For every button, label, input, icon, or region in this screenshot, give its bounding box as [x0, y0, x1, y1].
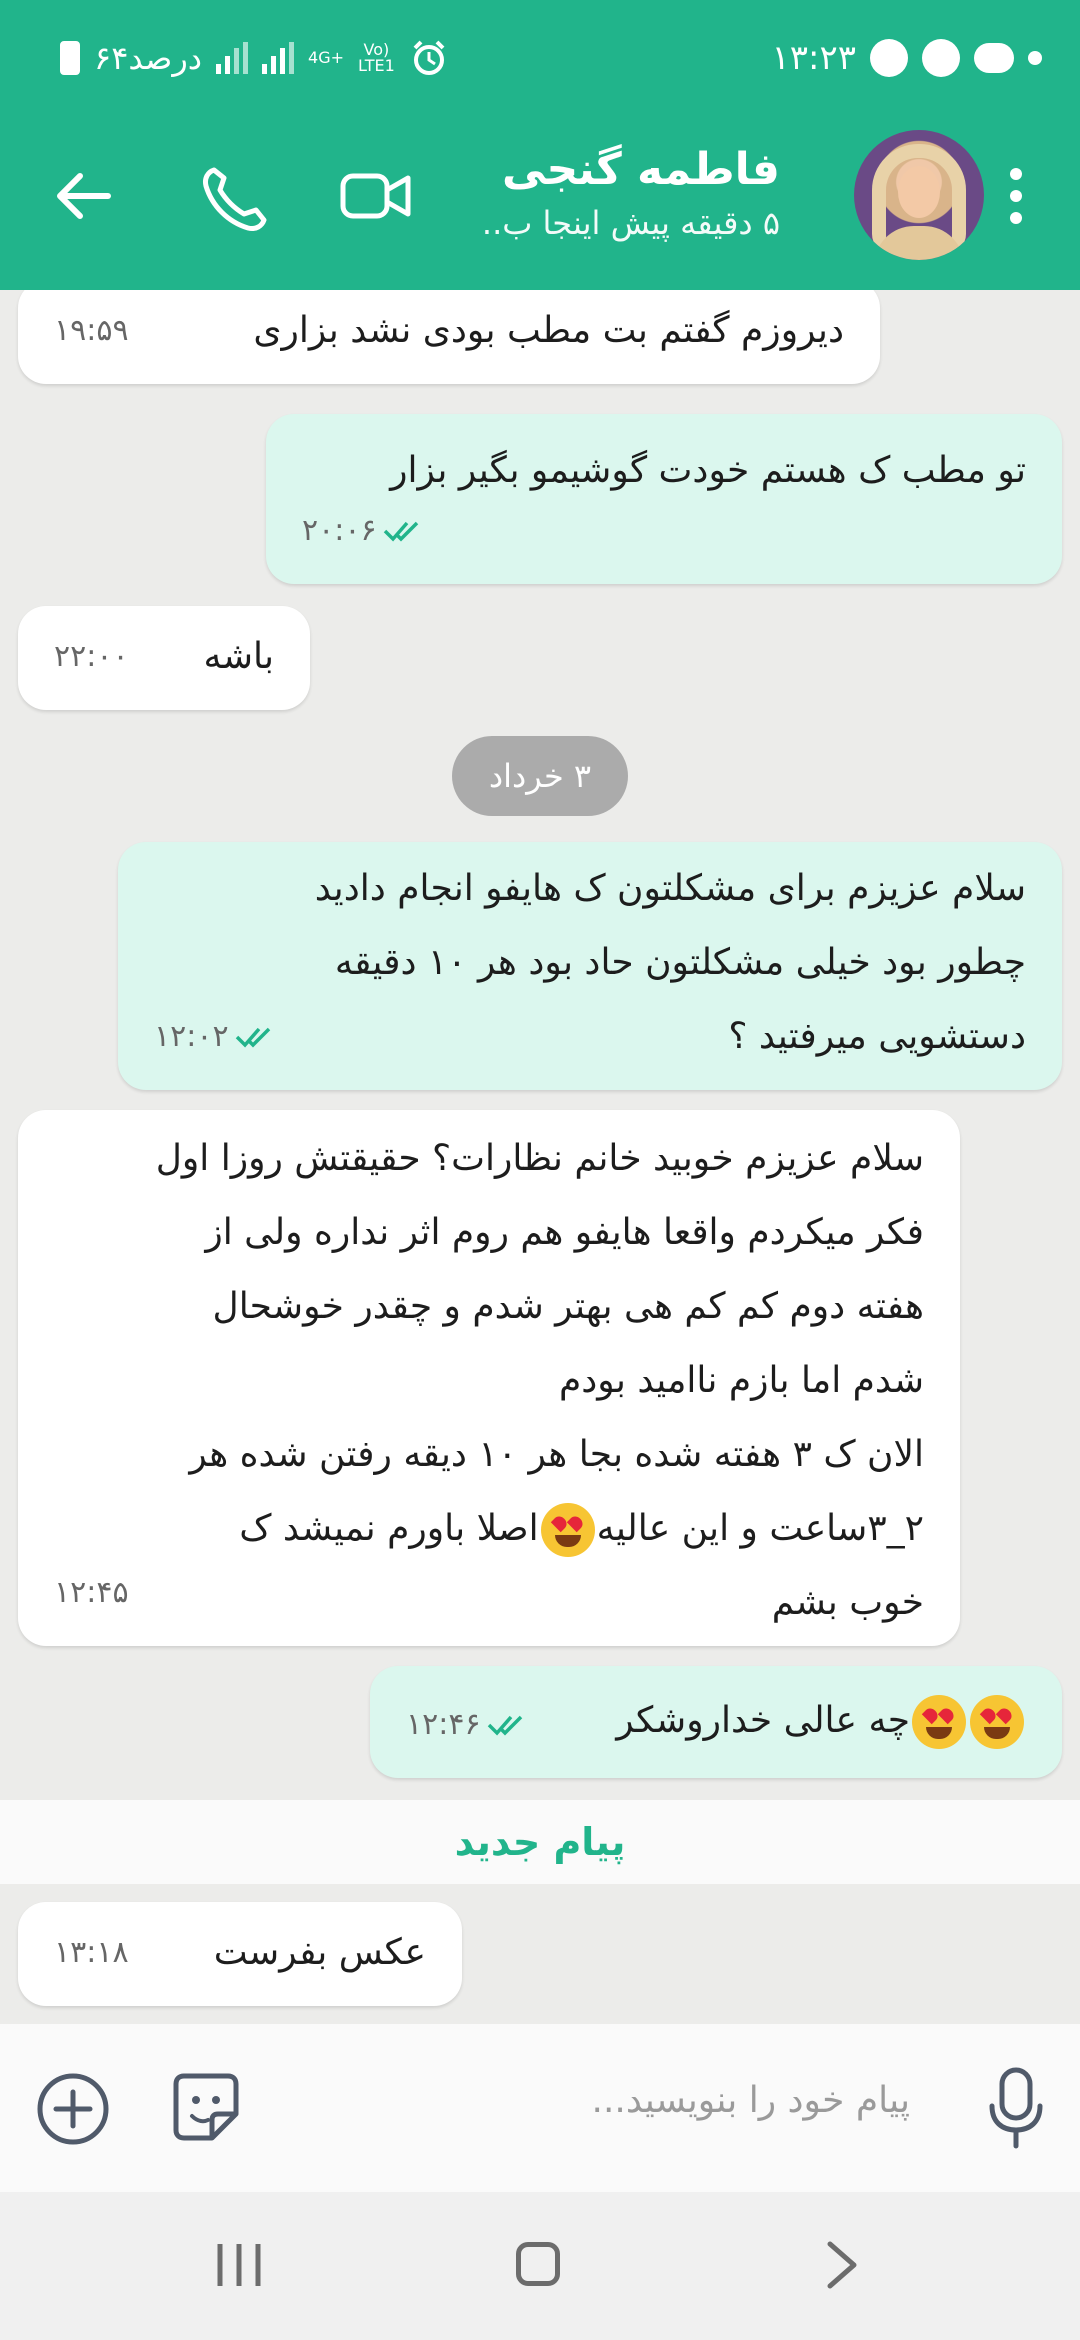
message-line: دستشویی میرفتید ؟	[728, 1016, 1026, 1057]
heart-eyes-emoji-icon	[540, 1503, 595, 1557]
signal-icon	[216, 42, 249, 74]
message-time: ۱۲:۴۶	[406, 1707, 481, 1742]
message-meta: ۱۲:۴۶	[406, 1688, 527, 1762]
message-line: هفته دوم کم کم هی بهتر شدم و چقدر خوشحال	[212, 1286, 924, 1327]
message-line-part: اصلا باورم نمیشد ک	[239, 1508, 539, 1549]
contact-name[interactable]: فاطمه گنجی	[502, 144, 780, 195]
message-line: ۲_۳ساعت و این عالیه اصلا باورم نمیشد ک	[156, 1492, 924, 1566]
nav-back-icon[interactable]	[822, 2240, 862, 2290]
message-meta: ۲۲:۰۰	[54, 620, 129, 694]
heart-eyes-emoji-icon	[912, 1695, 966, 1749]
recent-apps-icon[interactable]	[214, 2242, 264, 2288]
signal-icon-2	[262, 42, 295, 74]
network-gen-label: 4G+	[308, 48, 345, 67]
message-input[interactable]: پیام خود را بنویسید...	[592, 2080, 910, 2121]
chat-header: فاطمه گنجی ۵ دقیقه پیش اینجا ب..	[0, 120, 1080, 290]
double-check-icon	[383, 521, 418, 542]
battery-icon	[60, 41, 80, 75]
sticker-icon[interactable]	[172, 2072, 240, 2142]
status-bar: ۱۳:۲۳ ۶۴درصد 4G+ Vo) LTE1	[0, 0, 1080, 120]
avatar[interactable]	[854, 130, 984, 260]
message-text: سلام عزیزم خوبید خانم نظارات؟ حقیقتش روز…	[156, 1122, 924, 1640]
message-time: ۲۲:۰۰	[54, 639, 129, 674]
video-camera-icon[interactable]	[340, 170, 412, 222]
message-time: ۱۲:۴۵	[54, 1575, 129, 1610]
message-meta: ۲۰:۰۶	[302, 494, 423, 568]
double-check-icon	[235, 1027, 270, 1048]
message-line: سلام عزیزم خوبید خانم نظارات؟ حقیقتش روز…	[155, 1138, 924, 1179]
home-icon[interactable]	[516, 2242, 560, 2286]
message-line: فکر میکردم واقعا هایفو هم روم اثر نداره …	[205, 1212, 924, 1253]
message-text: سلام عزیزم برای مشکلتون ک هایفو انجام دا…	[315, 852, 1026, 1074]
message-bubble-incoming[interactable]: دیروزم گفتم بت مطب بودی نشد بزاری ۱۹:۵۹	[18, 290, 880, 384]
eitaa-app-icon	[922, 39, 960, 77]
message-line: الان ک ۳ هفته شده بجا هر ۱۰ دیقه رفتن شد…	[189, 1434, 924, 1475]
date-separator: ۳ خرداد	[452, 736, 628, 816]
message-line: سلام عزیزم برای مشکلتون ک هایفو انجام دا…	[314, 868, 1026, 909]
alarm-icon	[413, 40, 445, 75]
status-time: ۱۳:۲۳	[771, 38, 856, 78]
status-bar-right: ۱۳:۲۳	[771, 38, 1042, 78]
message-time: ۱۳:۱۸	[54, 1935, 129, 1970]
message-text: عکس بفرست	[213, 1932, 426, 1973]
message-text: باشه	[203, 636, 274, 677]
plus-circle-icon[interactable]	[36, 2072, 110, 2146]
message-text: دیروزم گفتم بت مطب بودی نشد بزاری	[253, 310, 844, 351]
message-meta: ۱۳:۱۸	[54, 1916, 129, 1990]
message-text: چه عالی خداروشکر	[616, 1684, 1026, 1758]
double-check-icon	[487, 1715, 522, 1736]
message-meta: ۱۲:۴۵	[54, 1556, 129, 1630]
message-bubble-outgoing[interactable]: سلام عزیزم برای مشکلتون ک هایفو انجام دا…	[118, 842, 1062, 1090]
contact-status: ۵ دقیقه پیش اینجا ب..	[481, 204, 780, 242]
microphone-icon[interactable]	[986, 2066, 1046, 2150]
message-time: ۲۰:۰۶	[302, 513, 377, 548]
message-notification-icon	[974, 43, 1014, 73]
message-line: خوب بشم	[771, 1582, 924, 1623]
message-time: ۱۹:۵۹	[54, 313, 129, 348]
volte-bottom: LTE1	[358, 56, 395, 75]
arrow-left-icon[interactable]	[54, 166, 114, 226]
message-bubble-incoming[interactable]: سلام عزیزم خوبید خانم نظارات؟ حقیقتش روز…	[18, 1110, 960, 1646]
message-text-part: چه عالی خداروشکر	[616, 1700, 910, 1741]
verified-app-icon	[870, 39, 908, 77]
message-bubble-outgoing[interactable]: چه عالی خداروشکر ۱۲:۴۶	[370, 1666, 1062, 1778]
message-meta: ۱۹:۵۹	[54, 294, 129, 368]
notification-dot-icon	[1028, 51, 1042, 65]
message-time: ۱۲:۰۲	[154, 1019, 229, 1054]
message-text: تو مطب ک هستم خودت گوشیمو بگیر بزار	[390, 450, 1026, 491]
status-bar-left: ۶۴درصد 4G+ Vo) LTE1	[60, 38, 449, 78]
heart-eyes-emoji-icon	[970, 1695, 1024, 1749]
message-line-part: ۲_۳ساعت و این عالیه	[596, 1508, 924, 1549]
message-bubble-outgoing[interactable]: تو مطب ک هستم خودت گوشیمو بگیر بزار ۲۰:۰…	[266, 414, 1062, 584]
phone-icon[interactable]	[200, 164, 270, 234]
new-messages-divider: پیام جدید	[0, 1800, 1080, 1884]
battery-text: ۶۴درصد	[94, 39, 203, 77]
message-line: چطور بود خیلی مشکلتون حاد بود هر ۱۰ دقیق…	[334, 942, 1026, 983]
message-line: شدم اما بازم ناامید بودم	[558, 1360, 924, 1401]
chat-area[interactable]: دیروزم گفتم بت مطب بودی نشد بزاری ۱۹:۵۹ …	[0, 290, 1080, 2024]
more-vertical-icon[interactable]	[1010, 168, 1022, 224]
system-nav-bar	[0, 2192, 1080, 2340]
message-composer: پیام خود را بنویسید...	[0, 2024, 1080, 2192]
message-bubble-incoming[interactable]: عکس بفرست ۱۳:۱۸	[18, 1902, 462, 2006]
message-bubble-incoming[interactable]: باشه ۲۲:۰۰	[18, 606, 310, 710]
volte-label: Vo) LTE1	[358, 42, 395, 74]
message-meta: ۱۲:۰۲	[154, 1000, 275, 1074]
